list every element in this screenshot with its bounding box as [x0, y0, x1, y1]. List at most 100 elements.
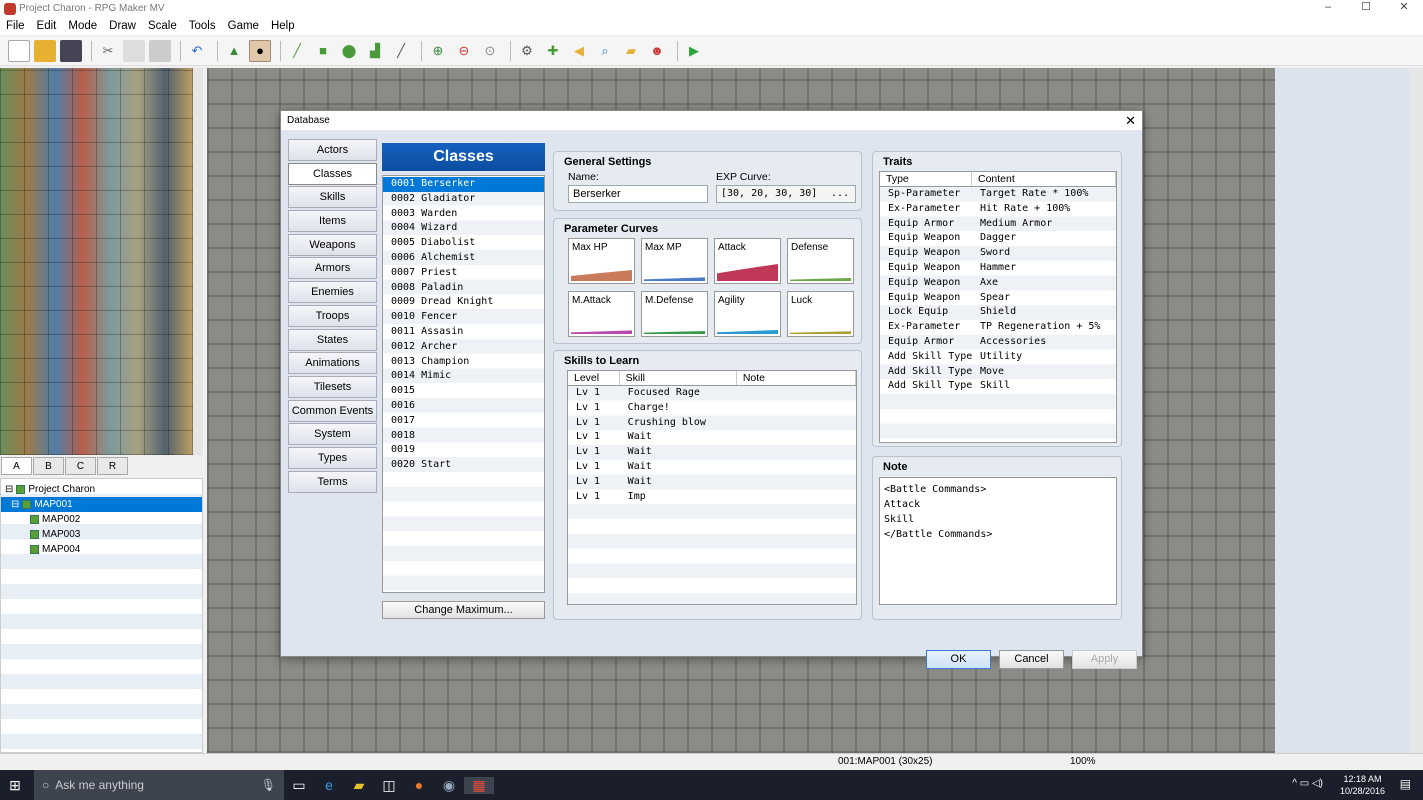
maximize-button[interactable]: ☐	[1347, 0, 1385, 17]
skills-col-skill[interactable]: Skill	[620, 371, 737, 385]
tab-troops[interactable]: Troops	[288, 304, 377, 327]
rectangle-icon[interactable]: ■	[312, 40, 334, 62]
notification-icon[interactable]: ▤	[1400, 777, 1411, 791]
menu-scale[interactable]: Scale	[142, 20, 183, 32]
menu-edit[interactable]: Edit	[31, 20, 63, 32]
exp-curve-button[interactable]: ...	[831, 186, 849, 202]
table-row[interactable]: Lv 1 Wait	[568, 430, 856, 445]
tab-armors[interactable]: Armors	[288, 257, 377, 280]
table-row[interactable]: Equip Weapon Spear	[880, 291, 1116, 306]
cortana-search-box[interactable]: ○ Ask me anything 🎙	[34, 770, 284, 800]
menu-game[interactable]: Game	[222, 20, 265, 32]
table-row[interactable]: Lock Equip Shield	[880, 305, 1116, 320]
name-field[interactable]: Berserker	[568, 185, 708, 203]
class-list-item[interactable]: 0005 Diabolist	[383, 236, 544, 251]
file-explorer-icon[interactable]: ▰	[344, 777, 374, 794]
cancel-button[interactable]: Cancel	[999, 650, 1064, 669]
ok-button[interactable]: OK	[926, 650, 991, 669]
store-icon[interactable]: ◫	[374, 777, 404, 794]
menu-tools[interactable]: Tools	[183, 20, 222, 32]
class-list-item[interactable]: 0006 Alchemist	[383, 251, 544, 266]
curve-max-hp[interactable]: Max HP	[568, 238, 635, 284]
change-maximum-button[interactable]: Change Maximum...	[382, 601, 545, 619]
fill-icon[interactable]: ▟	[364, 40, 386, 62]
open-project-icon[interactable]	[34, 39, 56, 62]
table-row[interactable]: Lv 1 Crushing blow	[568, 416, 856, 431]
pencil-icon[interactable]: ╱	[286, 40, 308, 62]
tab-layer-r[interactable]: R	[97, 457, 128, 475]
rpg-maker-icon[interactable]: ▦	[464, 776, 494, 794]
tab-types[interactable]: Types	[288, 446, 377, 469]
undo-icon[interactable]: ↶	[186, 40, 208, 62]
zoom-actual-icon[interactable]: ⊙	[479, 40, 501, 62]
table-row[interactable]: Ex-Parameter Hit Rate + 100%	[880, 202, 1116, 217]
class-list-item[interactable]: 0020 Start	[383, 458, 544, 473]
steam-icon[interactable]: ◉	[434, 777, 464, 794]
tab-animations[interactable]: Animations	[288, 352, 377, 375]
tray-icons[interactable]: ^ ▭ ◁)	[1292, 778, 1323, 789]
exp-curve-field[interactable]: [30, 20, 30, 30]...	[716, 185, 856, 203]
class-list-item[interactable]: 0007 Priest	[383, 266, 544, 281]
class-list-item[interactable]: 0018	[383, 429, 544, 444]
new-project-icon[interactable]	[8, 39, 30, 62]
tab-common-events[interactable]: Common Events	[288, 399, 377, 422]
tab-layer-a[interactable]: A	[1, 457, 32, 475]
menu-mode[interactable]: Mode	[62, 20, 103, 32]
table-row[interactable]: Sp-Parameter Target Rate * 100%	[880, 187, 1116, 202]
curve-defense[interactable]: Defense	[787, 238, 854, 284]
zoom-in-icon[interactable]: ⊕	[427, 40, 449, 62]
table-row[interactable]: Equip Armor Medium Armor	[880, 217, 1116, 232]
table-row[interactable]: Lv 1 Wait	[568, 445, 856, 460]
class-list-item[interactable]: 0019	[383, 443, 544, 458]
table-row[interactable]: Lv 1 Focused Rage	[568, 386, 856, 401]
event-mode-icon[interactable]: ●	[249, 39, 271, 62]
tab-terms[interactable]: Terms	[288, 470, 377, 493]
task-view-icon[interactable]: ▭	[284, 777, 314, 794]
tab-classes[interactable]: Classes	[288, 162, 377, 185]
tab-weapons[interactable]: Weapons	[288, 233, 377, 256]
edge-icon[interactable]: e	[314, 777, 344, 793]
table-row[interactable]: Equip Weapon Sword	[880, 246, 1116, 261]
map-mode-icon[interactable]: ▲	[223, 40, 245, 62]
menu-file[interactable]: File	[0, 20, 31, 32]
table-row[interactable]: Equip Weapon Axe	[880, 276, 1116, 291]
playtest-icon[interactable]: ▶	[683, 40, 705, 62]
class-list-item[interactable]: 0017	[383, 414, 544, 429]
tree-map-map002[interactable]: MAP002	[1, 512, 202, 527]
class-list-item[interactable]: 0012 Archer	[383, 340, 544, 355]
table-row[interactable]: Lv 1 Wait	[568, 460, 856, 475]
class-list-item[interactable]: 0004 Wizard	[383, 221, 544, 236]
class-list-item[interactable]: 0003 Warden	[383, 207, 544, 222]
class-list-item[interactable]: 0002 Gladiator	[383, 192, 544, 207]
windows-start-icon[interactable]: ⊞	[0, 777, 30, 794]
table-row[interactable]: Lv 1 Wait	[568, 475, 856, 490]
shadow-pen-icon[interactable]: ╱	[390, 40, 412, 62]
firefox-icon[interactable]: ●	[404, 777, 434, 793]
table-row[interactable]: Add Skill Type Skill	[880, 379, 1116, 394]
class-list-item[interactable]: 0008 Paladin	[383, 281, 544, 296]
sound-test-icon[interactable]: ◀	[568, 40, 590, 62]
curve-attack[interactable]: Attack	[714, 238, 781, 284]
clock[interactable]: 12:18 AM 10/28/2016	[1340, 773, 1385, 797]
palette-scrollbar[interactable]	[193, 68, 203, 455]
save-project-icon[interactable]	[60, 39, 82, 62]
skills-col-note[interactable]: Note	[737, 371, 856, 385]
class-list-item[interactable]: 0001 Berserker	[383, 177, 544, 192]
curve-m-defense[interactable]: M.Defense	[641, 291, 708, 337]
skills-col-level[interactable]: Level	[568, 371, 620, 385]
tab-system[interactable]: System	[288, 423, 377, 446]
note-textarea[interactable]: <Battle Commands> Attack Skill </Battle Com…	[879, 477, 1117, 605]
menu-help[interactable]: Help	[265, 20, 301, 32]
curve-max-mp[interactable]: Max MP	[641, 238, 708, 284]
curve-agility[interactable]: Agility	[714, 291, 781, 337]
database-icon[interactable]: ⚙	[516, 40, 538, 62]
tab-tilesets[interactable]: Tilesets	[288, 375, 377, 398]
dialog-close-button[interactable]: ✕	[1125, 113, 1136, 129]
tab-layer-c[interactable]: C	[65, 457, 96, 475]
map-vertical-scrollbar[interactable]	[1410, 68, 1423, 753]
character-generator-icon[interactable]: ☻	[646, 40, 668, 62]
tab-layer-b[interactable]: B	[33, 457, 64, 475]
curve-luck[interactable]: Luck	[787, 291, 854, 337]
collapse-icon[interactable]: ⊟	[11, 499, 19, 510]
table-row[interactable]: Equip Weapon Dagger	[880, 231, 1116, 246]
